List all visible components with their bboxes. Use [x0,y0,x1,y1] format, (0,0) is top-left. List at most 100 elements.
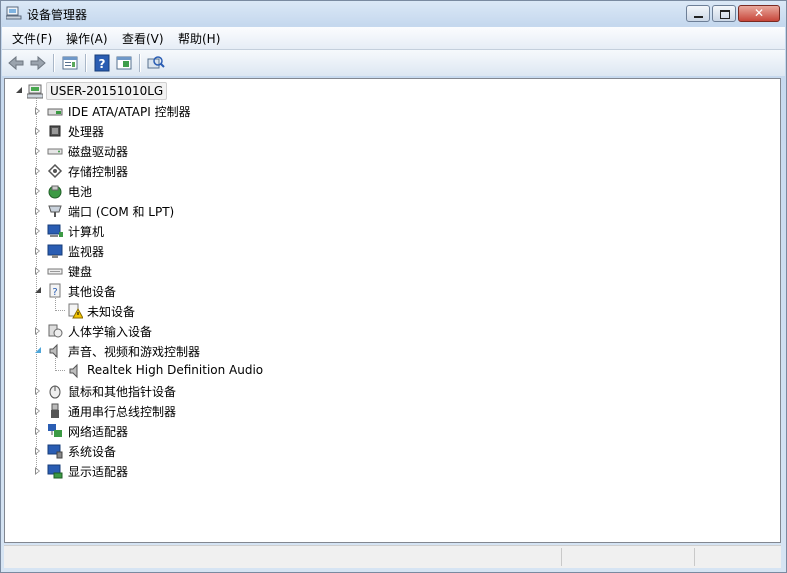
computer-root-icon [27,84,43,99]
tree-node[interactable]: 通用串行总线控制器 [33,401,433,421]
expand-arrow-icon[interactable] [35,467,40,475]
mouse-icon [49,385,61,399]
system-device-icon [47,444,63,459]
computer-name[interactable]: USER-20151010LG [46,82,168,100]
tree-node[interactable]: 鼠标和其他指针设备 [33,381,433,401]
tree-node-label[interactable]: 声音、视频和游戏控制器 [68,343,200,360]
expand-arrow-icon[interactable] [35,127,40,135]
close-icon: ✕ [753,6,765,20]
tree-node-label[interactable]: 键盘 [68,263,92,280]
menu-bar: 文件(F) 操作(A) 查看(V) 帮助(H) [2,27,785,50]
display-adapter-icon [47,464,63,479]
tree-node[interactable]: IDE ATA/ATAPI 控制器 [33,101,433,121]
tree-node-label[interactable]: 计算机 [68,223,104,240]
minimize-button[interactable] [686,5,710,22]
tree-node-label[interactable]: 端口 (COM 和 LPT) [68,203,174,220]
device-manager-icon [6,6,22,20]
port-icon [48,205,62,217]
tree-node-label[interactable]: 监视器 [68,243,104,260]
usb-icon [51,403,59,418]
expand-arrow-icon[interactable] [35,187,40,195]
tree-root[interactable]: USER-20151010LG [13,81,313,101]
window-title: 设备管理器 [27,8,88,22]
expand-arrow-icon[interactable] [35,147,40,155]
hid-icon [48,324,63,338]
device-tree[interactable]: USER-20151010LG IDE ATA/ATAPI 控制器 处理器磁盘驱动… [4,78,781,543]
storage-controller-icon [47,163,63,179]
tree-node[interactable]: 键盘 [33,261,433,281]
speaker-icon [69,363,78,379]
tree-node[interactable]: 系统设备 [33,441,433,461]
other-devices-icon: ? [49,283,61,298]
svg-text:?: ? [99,57,106,71]
tree-node[interactable]: 计算机 [33,221,433,241]
disk-drive-icon [47,148,63,155]
expand-arrow-icon[interactable] [35,327,40,335]
expand-arrow-icon[interactable] [35,167,40,175]
menu-file[interactable]: 文件(F) [12,30,52,47]
tree-node[interactable]: 处理器 [33,121,433,141]
tree-node[interactable]: 存储控制器 [33,161,433,181]
tree-node-label[interactable]: 处理器 [68,123,104,140]
tree-child-label[interactable]: 未知设备 [87,303,135,320]
speaker-icon [49,343,58,359]
tree-node-label[interactable]: 系统设备 [68,443,116,460]
network-adapter-icon [48,424,62,437]
tree-node-label[interactable]: 磁盘驱动器 [68,143,128,160]
tree-node[interactable]: 电池 [33,181,433,201]
processor-icon [49,125,61,137]
minimize-icon [694,16,703,18]
expand-arrow-icon[interactable] [35,447,40,455]
help-icon[interactable]: ? [92,53,112,73]
computer-icon [47,224,63,237]
tree-node-label[interactable]: 人体学输入设备 [68,323,152,340]
maximize-icon [720,10,730,19]
tree-node[interactable]: 网络适配器 [33,421,433,441]
menu-action[interactable]: 操作(A) [66,30,108,47]
maximize-button[interactable] [712,5,736,22]
device-manager-window: 设备管理器 ✕ 文件(F) 操作(A) 查看(V) 帮助(H) ? USER-2… [0,0,787,573]
tree-node[interactable]: 声音、视频和游戏控制器 [33,341,433,361]
monitor-icon [47,244,63,258]
close-button[interactable]: ✕ [738,5,780,22]
battery-icon [48,185,62,199]
expand-arrow-icon[interactable] [35,107,40,115]
expand-arrow-icon[interactable] [35,427,40,435]
tree-node[interactable]: 磁盘驱动器 [33,141,433,161]
back-arrow-icon[interactable] [6,53,26,73]
tree-node-label[interactable]: 其他设备 [68,283,116,300]
expand-arrow-icon[interactable] [35,407,40,415]
menu-help[interactable]: 帮助(H) [178,30,220,47]
tree-node[interactable]: 人体学输入设备 [33,321,433,341]
title-bar[interactable]: 设备管理器 ✕ [1,1,786,27]
tree-node-label[interactable]: 通用串行总线控制器 [68,403,176,420]
collapse-arrow-icon[interactable] [35,347,41,353]
tree-node-label[interactable]: IDE ATA/ATAPI 控制器 [68,103,191,120]
tree-node-label[interactable]: 显示适配器 [68,463,128,480]
expand-arrow-icon[interactable] [35,387,40,395]
toggle-pane-icon[interactable] [114,53,134,73]
tree-node[interactable]: 监视器 [33,241,433,261]
expand-arrow-icon[interactable] [35,207,40,215]
collapse-arrow-icon[interactable] [16,87,22,93]
tree-node-label[interactable]: 鼠标和其他指针设备 [68,383,176,400]
tree-node[interactable]: 显示适配器 [33,461,433,481]
ide-controller-icon [47,108,63,116]
tree-node-label[interactable]: 网络适配器 [68,423,128,440]
forward-arrow-icon[interactable] [28,53,48,73]
expand-arrow-icon[interactable] [35,247,40,255]
tree-node-label[interactable]: 电池 [68,183,92,200]
tree-child-node[interactable]: Realtek High Definition Audio [52,361,452,381]
status-bar [4,545,781,568]
tree-child-node[interactable]: 未知设备 [52,301,452,321]
properties-icon[interactable] [60,53,80,73]
menu-view[interactable]: 查看(V) [122,30,164,47]
expand-arrow-icon[interactable] [35,227,40,235]
tree-node[interactable]: 端口 (COM 和 LPT) [33,201,433,221]
tree-node[interactable]: ? 其他设备 [33,281,433,301]
expand-arrow-icon[interactable] [35,267,40,275]
tree-child-label[interactable]: Realtek High Definition Audio [87,363,263,377]
scan-hardware-icon[interactable] [146,53,166,73]
collapse-arrow-icon[interactable] [35,287,41,293]
tree-node-label[interactable]: 存储控制器 [68,163,128,180]
